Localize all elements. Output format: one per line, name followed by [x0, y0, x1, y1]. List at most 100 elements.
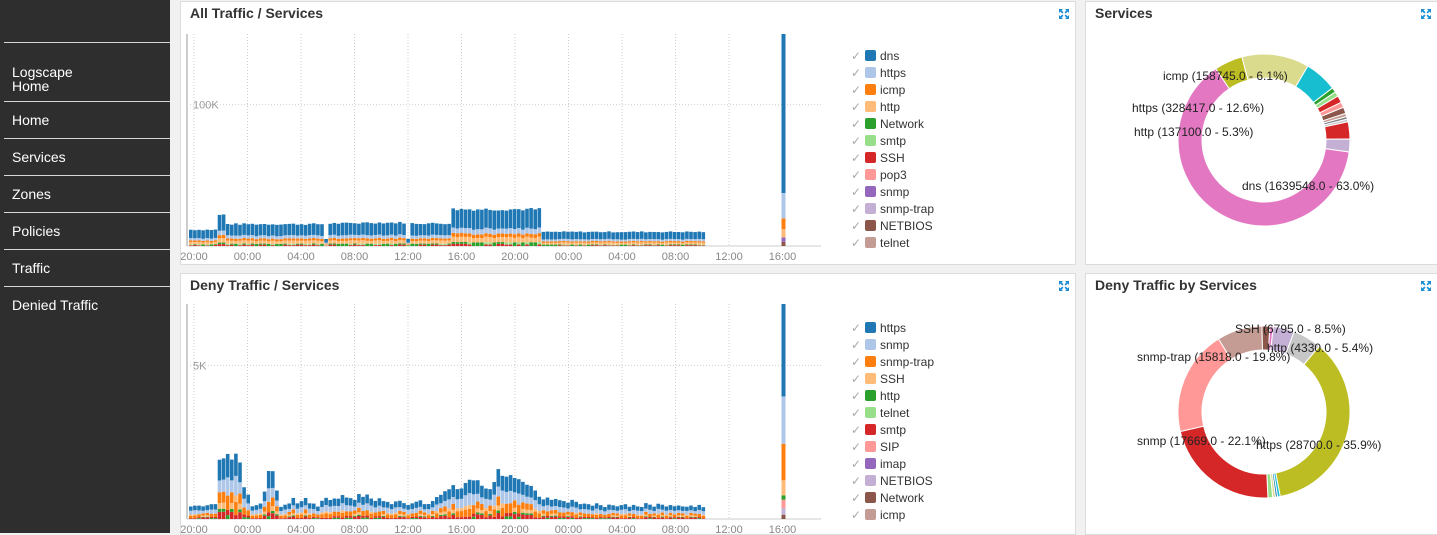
bar-stack: [197, 506, 201, 519]
legend-item-smtp[interactable]: ✓smtp: [851, 132, 934, 149]
bar-ssh: [275, 511, 279, 514]
bar-dns: [611, 232, 615, 239]
bar-smtp: [415, 517, 419, 518]
bar-stack: [382, 223, 386, 246]
legend-item-snmp-trap[interactable]: ✓snmp-trap: [851, 200, 934, 217]
legend-item-snmp[interactable]: ✓snmp: [851, 183, 934, 200]
bar-https: [472, 480, 476, 494]
bar-https: [579, 239, 583, 241]
bar-icmp: [685, 241, 689, 242]
sidebar-item-traffic[interactable]: Traffic: [4, 250, 170, 287]
legend-item-ssh[interactable]: ✓SSH: [851, 370, 934, 387]
bar-snmp: [669, 510, 673, 513]
bar-snmp-trap: [587, 514, 591, 517]
bar-stack: [406, 505, 410, 519]
bar-smtp: [517, 513, 521, 516]
legend-item-https[interactable]: ✓https: [851, 64, 934, 81]
legend-item-http[interactable]: ✓http: [851, 387, 934, 404]
bar-ssh: [300, 245, 304, 246]
bar-network: [570, 245, 574, 246]
bar-ssh: [423, 245, 427, 246]
bar-https: [451, 485, 455, 497]
bar-stack: [595, 232, 599, 246]
sidebar-item-policies[interactable]: Policies: [4, 213, 170, 250]
legend-item-ssh[interactable]: ✓SSH: [851, 149, 934, 166]
legend-item-snmp[interactable]: ✓snmp: [851, 336, 934, 353]
bar-smtp: [460, 517, 464, 519]
bar-https: [488, 228, 492, 233]
bar-dns: [782, 34, 786, 193]
bar-ssh: [386, 513, 390, 515]
bar-stack: [513, 478, 517, 519]
bar-dns: [566, 232, 570, 239]
bar-smtp: [562, 245, 566, 246]
checkmark-icon: ✓: [851, 423, 865, 437]
bar-snmp-trap: [574, 515, 578, 518]
legend-item-smtp[interactable]: ✓smtp: [851, 421, 934, 438]
bar-icmp: [488, 234, 492, 237]
bar-stack: [484, 489, 488, 519]
legend-swatch: [865, 509, 876, 520]
bar-network: [656, 244, 660, 245]
bar-netbios: [782, 242, 786, 246]
bar-dns: [341, 223, 345, 236]
legend-item-sip[interactable]: ✓SIP: [851, 438, 934, 455]
legend-item-netbios[interactable]: ✓NETBIOS: [851, 217, 934, 234]
legend-item-https[interactable]: ✓https: [851, 319, 934, 336]
bar-smtp: [369, 518, 373, 519]
bar-ssh: [685, 515, 689, 516]
bar-http: [246, 241, 250, 244]
legend-item-network[interactable]: ✓Network: [851, 115, 934, 132]
bar-http: [292, 240, 296, 243]
bar-icmp: [472, 235, 476, 239]
bar-http: [402, 516, 406, 517]
legend-item-telnet[interactable]: ✓telnet: [851, 404, 934, 421]
bar-https: [378, 234, 382, 238]
legend-item-pop3[interactable]: ✓pop3: [851, 166, 934, 183]
bar-smtp: [521, 515, 525, 519]
expand-arrows-icon[interactable]: [1058, 280, 1070, 292]
bar-ssh: [308, 245, 312, 246]
sidebar-item-home[interactable]: Home: [4, 102, 170, 139]
bar-http: [644, 516, 648, 517]
bar-ssh: [640, 515, 644, 516]
bar-smtp: [431, 517, 435, 519]
bar-https: [570, 500, 574, 507]
bar-network: [406, 245, 410, 246]
bar-dns: [201, 230, 205, 238]
bar-http: [525, 237, 529, 243]
bar-snmp-trap: [611, 513, 615, 515]
bar-http: [435, 240, 439, 243]
bar-snmp: [583, 509, 587, 513]
bar-icmp: [595, 241, 599, 242]
sidebar-item-denied-traffic[interactable]: Denied Traffic: [4, 287, 170, 324]
bar-snmp-trap: [599, 514, 603, 517]
legend-item-imap[interactable]: ✓imap: [851, 455, 934, 472]
sidebar-item-logscape-home[interactable]: Logscape Home: [4, 62, 170, 102]
legend-item-icmp[interactable]: ✓icmp: [851, 81, 934, 98]
legend-item-snmp-trap[interactable]: ✓snmp-trap: [851, 353, 934, 370]
bar-dns: [533, 209, 537, 229]
bar-stack: [480, 486, 484, 519]
legend-item-icmp[interactable]: ✓icmp: [851, 506, 934, 523]
bar-snmp: [513, 492, 517, 500]
legend-item-netbios[interactable]: ✓NETBIOS: [851, 472, 934, 489]
sidebar-item-services[interactable]: Services: [4, 139, 170, 176]
bar-stack: [509, 475, 513, 519]
bar-stack: [345, 498, 349, 519]
bar-stack: [316, 507, 320, 519]
sidebar-item-zones[interactable]: Zones: [4, 176, 170, 213]
bar-stack: [550, 500, 554, 519]
bar-icmp: [574, 241, 578, 242]
legend-item-network[interactable]: ✓Network: [851, 489, 934, 506]
bar-snmp: [464, 495, 468, 506]
bar-http: [599, 518, 603, 519]
bar-stack: [685, 231, 689, 246]
legend-item-telnet[interactable]: ✓telnet: [851, 234, 934, 251]
bar-smtp: [476, 514, 480, 519]
legend-item-dns[interactable]: ✓dns: [851, 47, 934, 64]
bar-ssh: [628, 245, 632, 246]
bar-http: [782, 495, 786, 499]
expand-arrows-icon[interactable]: [1058, 8, 1070, 20]
legend-item-http[interactable]: ✓http: [851, 98, 934, 115]
